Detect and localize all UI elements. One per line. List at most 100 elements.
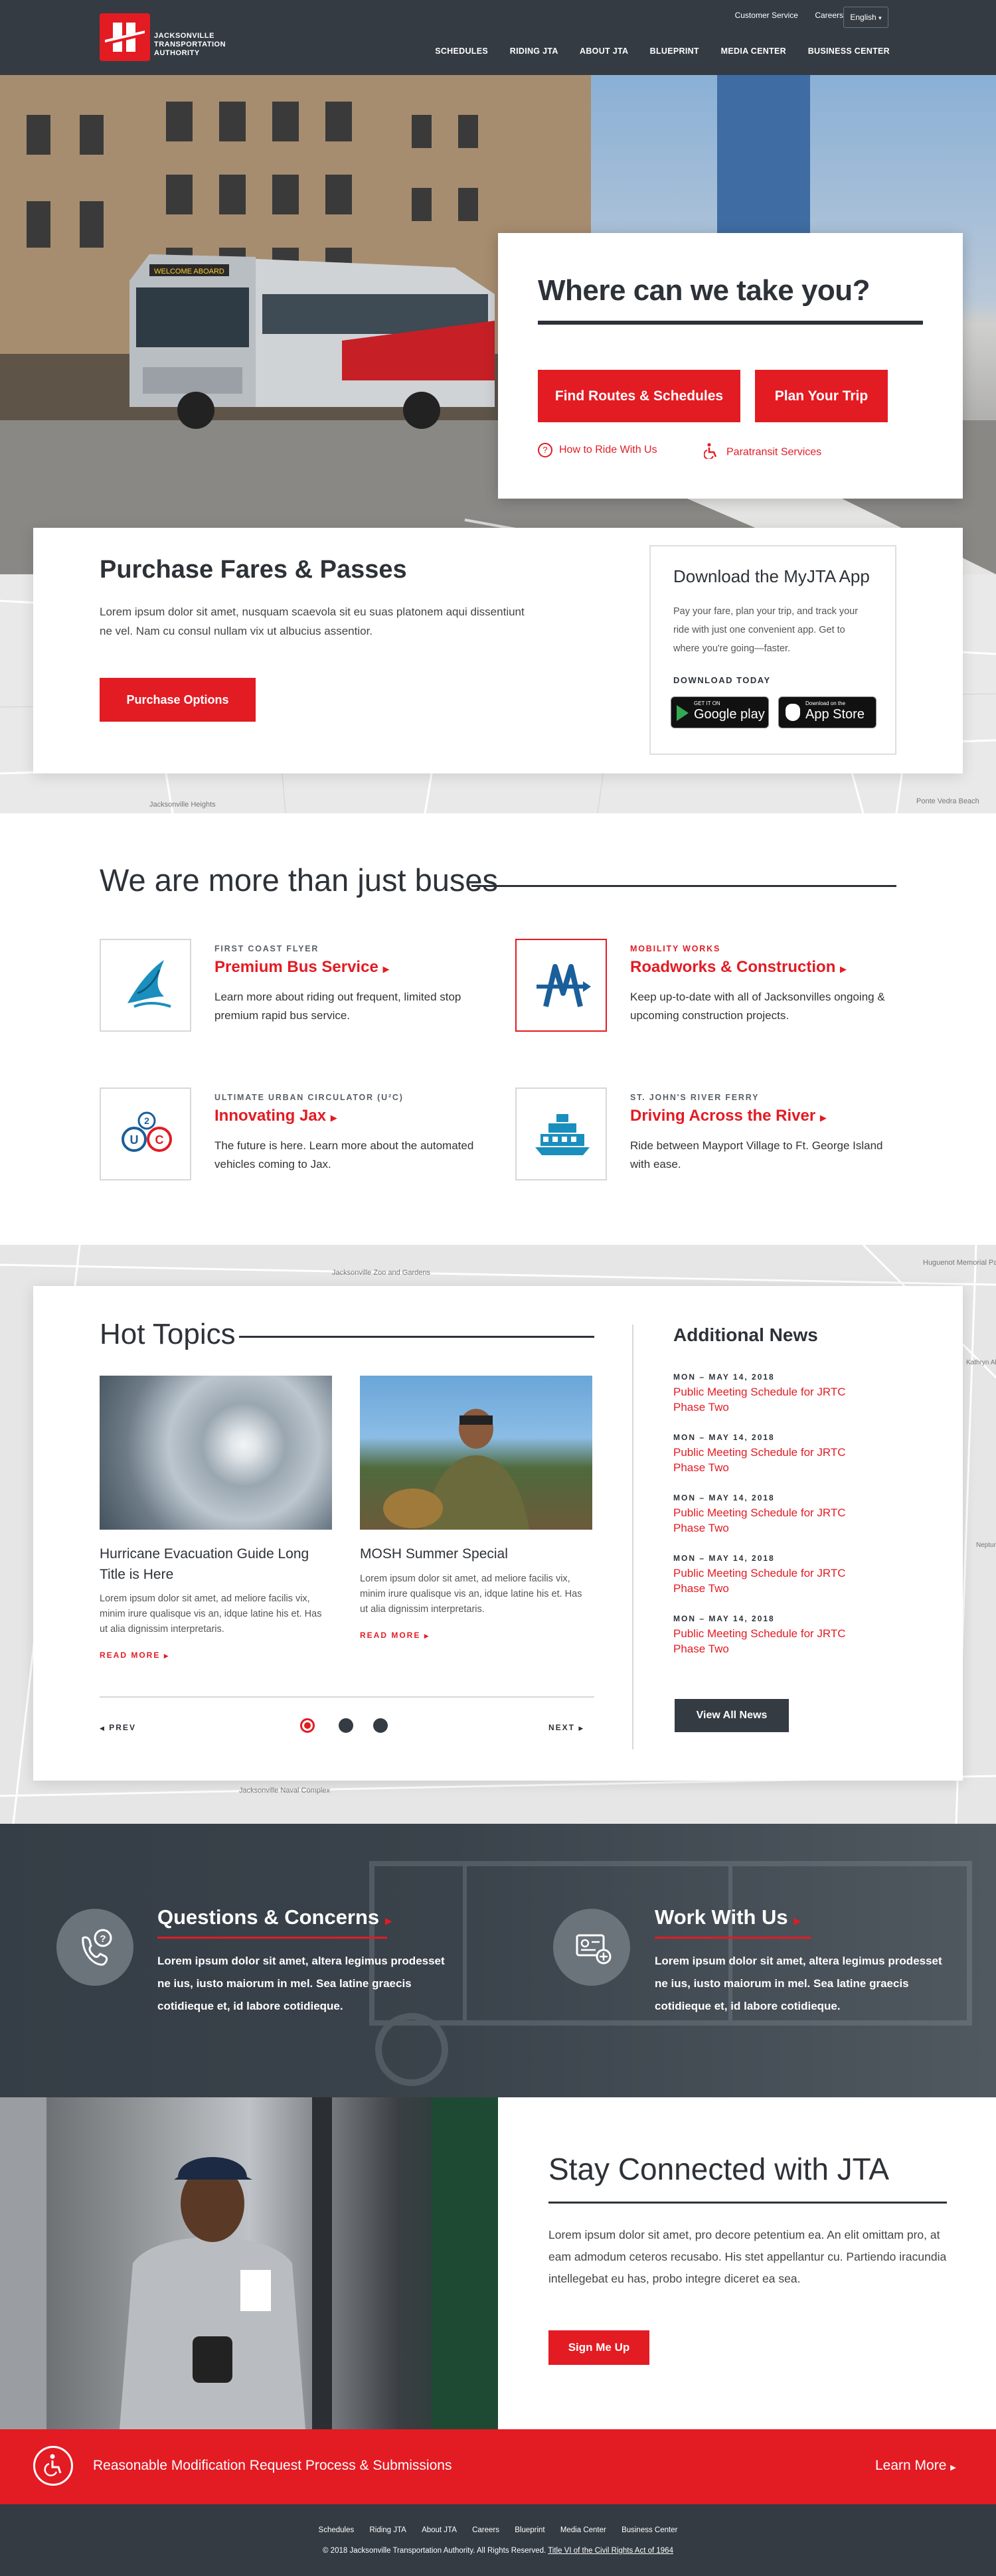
hot-topics-title: Hot Topics <box>100 1318 236 1350</box>
news-date: MON – MAY 14, 2018 <box>673 1614 775 1623</box>
carousel-dot-active[interactable] <box>300 1718 315 1733</box>
u2c-icon: U 2 C <box>122 1111 172 1152</box>
view-all-news-button[interactable]: View All News <box>675 1699 789 1732</box>
service-tile-premium-bus[interactable] <box>100 939 191 1032</box>
work-title-label: Work With Us <box>655 1905 788 1929</box>
footer-link-business-center[interactable]: Business Center <box>622 2526 677 2534</box>
flyer-bird-icon <box>127 960 171 1008</box>
footer-link-blueprint[interactable]: Blueprint <box>515 2526 544 2534</box>
mosh-image[interactable] <box>360 1376 592 1530</box>
logo-wordmark: JACKSONVILLE TRANSPORTATION AUTHORITY <box>154 32 260 58</box>
purchase-options-button[interactable]: Purchase Options <box>100 678 256 722</box>
plan-trip-button[interactable]: Plan Your Trip <box>755 370 888 422</box>
divider <box>239 1336 594 1338</box>
service-description: Learn more about riding out frequent, li… <box>214 991 461 1022</box>
chevron-down-icon: ▾ <box>878 15 882 21</box>
service-link-roadworks[interactable]: Roadworks & Construction ▶ <box>630 958 847 977</box>
title-underline <box>157 1937 387 1939</box>
paratransit-link[interactable]: Paratransit Services <box>703 443 821 462</box>
nav-about-jta[interactable]: ABOUT JTA <box>580 46 628 56</box>
app-store-badge[interactable]: Download on the App Store <box>778 696 876 728</box>
service-tile-ferry[interactable] <box>515 1087 607 1180</box>
article-excerpt: Lorem ipsum dolor sit amet, ad meliore f… <box>100 1593 322 1635</box>
prev-button[interactable]: ◀ PREV <box>100 1723 136 1732</box>
service-kicker: FIRST COAST FLYER <box>214 944 319 953</box>
nav-riding-jta[interactable]: RIDING JTA <box>510 46 558 56</box>
news-headline[interactable]: Public Meeting Schedule for JRTC Phase T… <box>673 1505 879 1536</box>
footer-nav: Schedules Riding JTA About JTA Careers B… <box>0 2526 996 2534</box>
article-excerpt: Lorem ipsum dolor sit amet, ad meliore f… <box>360 1573 582 1615</box>
hurricane-image[interactable] <box>100 1376 332 1530</box>
nav-business-center[interactable]: BUSINESS CENTER <box>808 46 890 56</box>
carousel-dot[interactable] <box>373 1718 388 1733</box>
utility-nav: Customer Service Careers <box>720 11 843 20</box>
util-link-careers[interactable]: Careers <box>815 11 843 20</box>
service-tile-roadworks[interactable] <box>515 939 607 1032</box>
learn-more-link[interactable]: Learn More ▶ <box>875 2458 956 2474</box>
read-more-label: READ MORE <box>360 1631 421 1640</box>
copyright: © 2018 Jacksonville Transportation Autho… <box>0 2547 996 2555</box>
u2c-two: 2 <box>144 1115 149 1126</box>
title-vi-link[interactable]: Title VI of the Civil Rights Act of 1964 <box>548 2547 673 2555</box>
u2c-u: U <box>130 1133 139 1147</box>
work-icon-circle <box>553 1909 630 1986</box>
svg-text:?: ? <box>100 1933 106 1945</box>
caret-right-icon: ▶ <box>950 2464 956 2472</box>
map-label: Kathryn Abbey Hanna Park <box>966 1359 996 1366</box>
article-title[interactable]: Hurricane Evacuation Guide Long Title is… <box>100 1544 332 1585</box>
accessibility-bar[interactable]: Reasonable Modification Request Process … <box>0 2429 996 2504</box>
service-description: The future is here. Learn more about the… <box>214 1139 474 1170</box>
caret-left-icon: ◀ <box>100 1725 106 1731</box>
mobility-works-icon <box>537 964 591 1007</box>
find-routes-button[interactable]: Find Routes & Schedules <box>538 370 740 422</box>
bus-destination-sign: WELCOME ABOARD <box>154 268 224 276</box>
sign-me-up-button[interactable]: Sign Me Up <box>548 2330 649 2365</box>
how-to-ride-link[interactable]: ? How to Ride With Us <box>538 443 657 457</box>
fares-title: Purchase Fares & Passes <box>100 556 407 584</box>
driver-photo <box>0 2097 498 2429</box>
contact-band: ? Questions & Concerns ▶ Lorem ipsum dol… <box>0 1824 996 2097</box>
article-title[interactable]: MOSH Summer Special <box>360 1544 592 1564</box>
bus-image: WELCOME ABOARD <box>129 254 495 429</box>
service-link-innovating-jax[interactable]: Innovating Jax ▶ <box>214 1107 337 1125</box>
read-more-link[interactable]: READ MORE ▶ <box>100 1650 170 1660</box>
modification-request-text[interactable]: Reasonable Modification Request Process … <box>93 2458 452 2474</box>
id-card-plus-icon <box>576 1934 612 1965</box>
nav-blueprint[interactable]: BLUEPRINT <box>650 46 699 56</box>
how-to-ride-label: How to Ride With Us <box>559 444 657 456</box>
questions-title[interactable]: Questions & Concerns ▶ <box>157 1905 392 1929</box>
stay-connected-title: Stay Connected with JTA <box>548 2152 890 2186</box>
logo-line: TRANSPORTATION <box>154 40 226 48</box>
footer-link-about-jta[interactable]: About JTA <box>422 2526 457 2534</box>
language-select[interactable]: English ▾ <box>843 7 888 28</box>
news-headline[interactable]: Public Meeting Schedule for JRTC Phase T… <box>673 1566 879 1596</box>
service-link-premium-bus[interactable]: Premium Bus Service ▶ <box>214 958 389 977</box>
divider <box>632 1325 633 1749</box>
news-date: MON – MAY 14, 2018 <box>673 1372 775 1382</box>
hero-section: WELCOME ABOARD Where can we take you? Fi… <box>0 75 996 574</box>
divider <box>471 885 896 887</box>
main-nav: SCHEDULES RIDING JTA ABOUT JTA BLUEPRINT… <box>416 46 890 56</box>
news-headline[interactable]: Public Meeting Schedule for JRTC Phase T… <box>673 1626 879 1656</box>
jta-logo[interactable] <box>100 13 150 61</box>
footer-link-schedules[interactable]: Schedules <box>319 2526 355 2534</box>
news-headline[interactable]: Public Meeting Schedule for JRTC Phase T… <box>673 1445 879 1475</box>
footer-link-riding-jta[interactable]: Riding JTA <box>369 2526 406 2534</box>
footer-link-media-center[interactable]: Media Center <box>560 2526 606 2534</box>
service-tile-innovating-jax[interactable]: U 2 C <box>100 1087 191 1180</box>
nav-media-center[interactable]: MEDIA CENTER <box>721 46 786 56</box>
title-underline <box>655 1937 811 1939</box>
logo-line: JACKSONVILLE <box>154 32 214 40</box>
carousel-dot[interactable] <box>339 1718 353 1733</box>
read-more-link[interactable]: READ MORE ▶ <box>360 1631 430 1640</box>
nav-schedules[interactable]: SCHEDULES <box>435 46 488 56</box>
apple-icon <box>786 704 800 721</box>
google-play-badge[interactable]: GET IT ON Google play <box>671 696 769 728</box>
work-title[interactable]: Work With Us ▶ <box>655 1905 801 1929</box>
util-link-customer-service[interactable]: Customer Service <box>735 11 798 20</box>
map-label: Huguenot Memorial Park <box>923 1259 996 1267</box>
news-headline[interactable]: Public Meeting Schedule for JRTC Phase T… <box>673 1384 879 1415</box>
service-link-ferry[interactable]: Driving Across the River ▶ <box>630 1107 827 1125</box>
next-button[interactable]: NEXT ▶ <box>548 1723 584 1732</box>
footer-link-careers[interactable]: Careers <box>472 2526 499 2534</box>
